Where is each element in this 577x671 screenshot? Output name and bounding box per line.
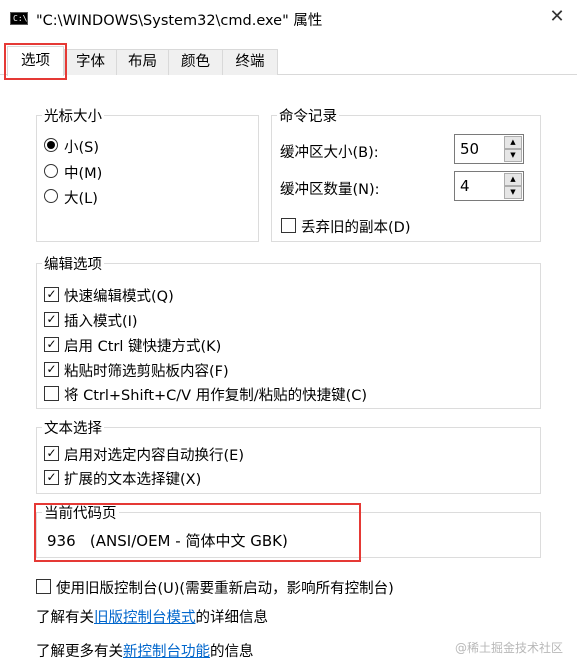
insert-mode-checkbox[interactable]: ✓	[44, 312, 59, 327]
quick-edit-label: 快速编辑模式(Q)	[64, 289, 174, 305]
extended-selection-keys-checkbox[interactable]: ✓	[44, 470, 59, 485]
tab-highlight-annotation	[4, 43, 67, 80]
ctrl-shift-copy-label: 将 Ctrl+Shift+C/V 用作复制/粘贴的快捷键(C)	[64, 388, 368, 404]
buffer-size-value[interactable]: 50	[460, 140, 479, 158]
legacy-console-mode-link[interactable]: 旧版控制台模式	[94, 610, 196, 626]
app-icon-text: C:\	[13, 14, 28, 23]
radio-small[interactable]	[44, 138, 58, 152]
discard-old-label: 丢弃旧的副本(D)	[301, 220, 411, 236]
tab-layout[interactable]: 布局	[116, 49, 169, 75]
insert-mode-label: 插入模式(I)	[64, 314, 138, 330]
discard-old-checkbox[interactable]	[281, 218, 296, 233]
filter-paste-label: 粘贴时筛选剪贴板内容(F)	[64, 364, 229, 380]
buffer-count-value[interactable]: 4	[460, 177, 470, 195]
filter-paste-checkbox[interactable]: ✓	[44, 362, 59, 377]
new-console-features-link[interactable]: 新控制台功能	[123, 644, 210, 660]
code-page-highlight-annotation	[34, 503, 361, 562]
line-wrap-selection-checkbox[interactable]: ✓	[44, 446, 59, 461]
learn-legacy-suffix: 的详细信息	[195, 610, 269, 626]
cursor-size-title: 光标大小	[42, 105, 104, 126]
buffer-size-up-icon[interactable]: ▲	[504, 136, 522, 149]
buffer-size-spinner[interactable]: 50 ▲ ▼	[454, 134, 524, 164]
tab-terminal[interactable]: 终端	[222, 49, 278, 75]
buffer-size-spin-buttons: ▲ ▼	[504, 136, 522, 162]
close-icon[interactable]: ✕	[548, 7, 566, 27]
ctrl-shortcuts-label: 启用 Ctrl 键快捷方式(K)	[64, 339, 222, 355]
buffer-size-down-icon[interactable]: ▼	[504, 149, 522, 162]
tab-colors[interactable]: 颜色	[168, 49, 223, 75]
ctrl-shift-copy-checkbox[interactable]	[44, 386, 59, 401]
buffer-size-label: 缓冲区大小(B):	[280, 145, 379, 161]
text-selection-title: 文本选择	[42, 417, 104, 438]
radio-large[interactable]	[44, 189, 58, 203]
legacy-console-checkbox[interactable]	[36, 579, 51, 594]
learn-legacy-prefix: 了解有关	[36, 610, 94, 626]
legacy-console-label: 使用旧版控制台(U)(需要重新启动，影响所有控制台)	[56, 581, 394, 597]
window-title: "C:\WINDOWS\System32\cmd.exe" 属性	[36, 13, 323, 29]
learn-legacy-text: 了解有关旧版控制台模式的详细信息	[36, 606, 268, 627]
quick-edit-checkbox[interactable]: ✓	[44, 287, 59, 302]
cmd-app-icon: C:\	[10, 12, 28, 25]
command-history-title: 命令记录	[277, 105, 339, 126]
edit-options-title: 编辑选项	[42, 253, 104, 274]
buffer-count-spin-buttons: ▲ ▼	[504, 173, 522, 199]
radio-medium-label: 中(M)	[64, 166, 103, 182]
buffer-count-up-icon[interactable]: ▲	[504, 173, 522, 186]
buffer-count-spinner[interactable]: 4 ▲ ▼	[454, 171, 524, 201]
radio-small-label: 小(S)	[64, 140, 100, 156]
ctrl-shortcuts-checkbox[interactable]: ✓	[44, 337, 59, 352]
buffer-count-down-icon[interactable]: ▼	[504, 186, 522, 199]
radio-large-label: 大(L)	[64, 191, 98, 207]
line-wrap-selection-label: 启用对选定内容自动换行(E)	[64, 448, 244, 464]
learn-new-prefix: 了解更多有关	[36, 644, 123, 660]
extended-selection-keys-label: 扩展的文本选择键(X)	[64, 472, 202, 488]
tab-font[interactable]: 字体	[64, 49, 117, 75]
watermark: @稀土掘金技术社区	[454, 641, 563, 655]
learn-new-text: 了解更多有关新控制台功能的信息	[36, 640, 254, 661]
buffer-count-label: 缓冲区数量(N):	[280, 182, 380, 198]
radio-medium[interactable]	[44, 164, 58, 178]
learn-new-suffix: 的信息	[210, 644, 254, 660]
